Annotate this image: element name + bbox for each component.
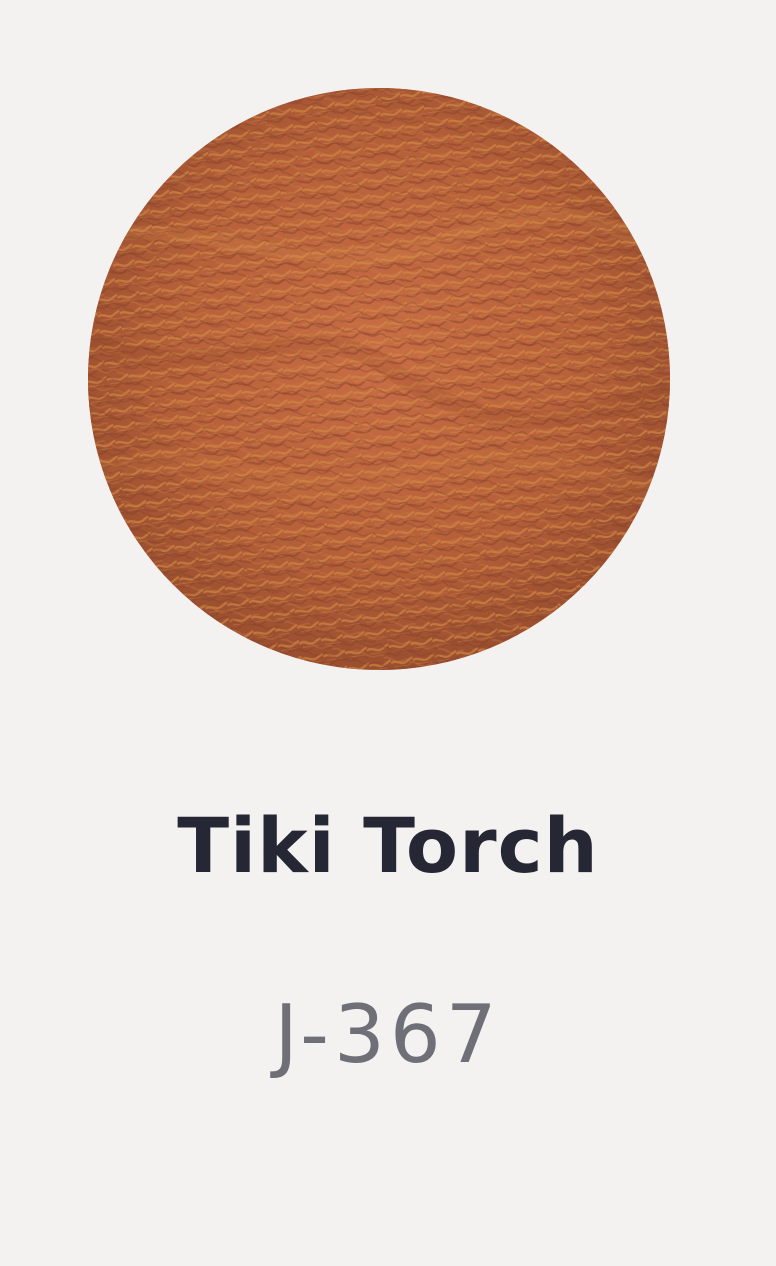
thread-swatch-icon [88, 88, 670, 670]
thread-color-name: Tiki Torch [177, 801, 599, 890]
thread-swatch-image [88, 88, 670, 670]
thread-color-card: Tiki Torch J-367 [0, 0, 776, 1266]
thread-color-code: J-367 [274, 988, 502, 1081]
